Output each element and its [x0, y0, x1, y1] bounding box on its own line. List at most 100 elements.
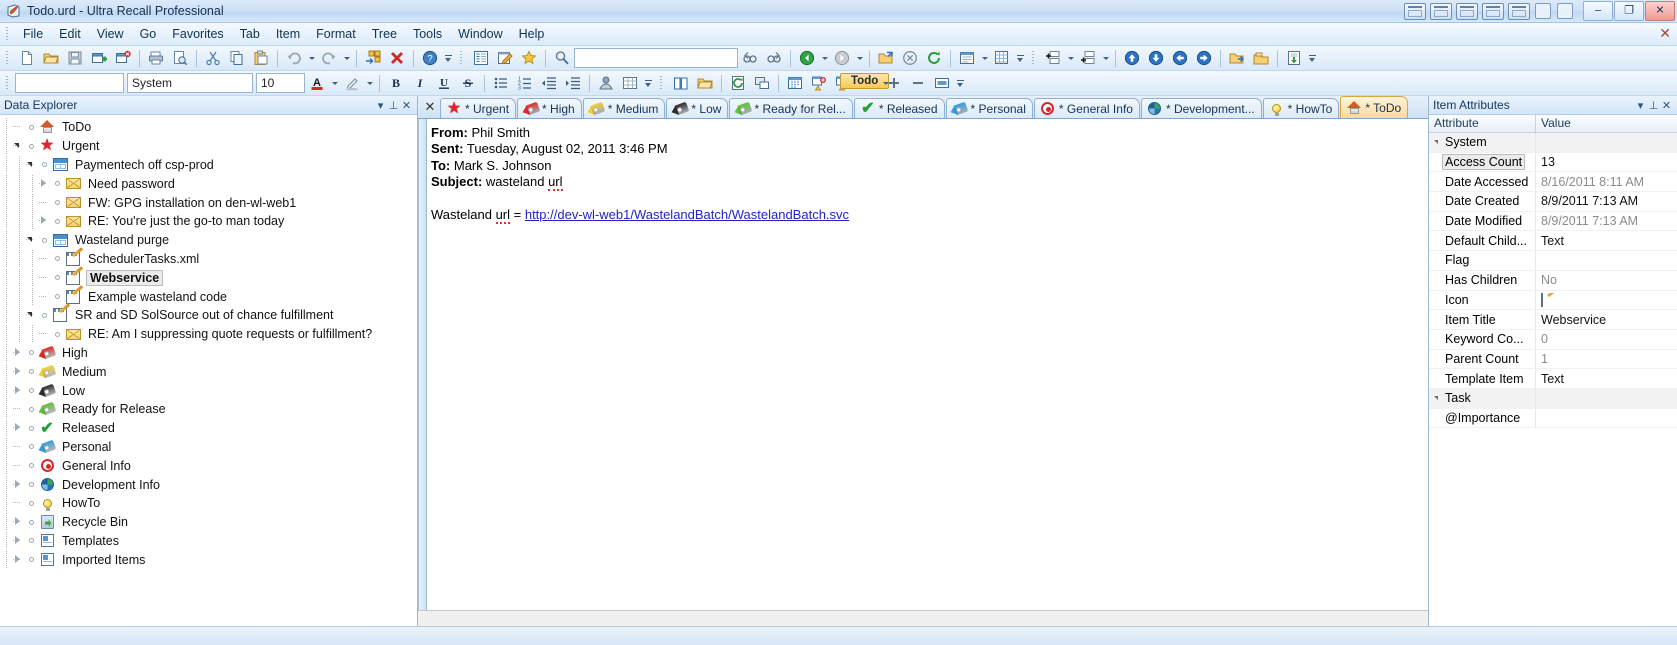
underline-icon[interactable]: U — [432, 72, 456, 95]
search-magnifier-icon[interactable] — [550, 47, 574, 70]
layout-preset-1-button[interactable] — [1404, 2, 1426, 20]
open-external-icon[interactable] — [874, 47, 898, 70]
editor-horizontal-scrollbar[interactable] — [418, 610, 1428, 626]
tree-item-templates[interactable]: Templates — [0, 531, 417, 551]
back-icon[interactable] — [795, 47, 819, 70]
insert-child-icon[interactable] — [1041, 47, 1065, 70]
tab-high[interactable]: * High — [517, 98, 582, 118]
number-list-icon[interactable]: 123 — [513, 72, 537, 95]
attribute-row[interactable]: System — [1429, 133, 1677, 153]
full-screen-icon[interactable] — [930, 72, 954, 95]
insert-table-icon[interactable] — [618, 72, 642, 95]
attribute-value-cell[interactable]: 13 — [1536, 155, 1677, 169]
tab-general-info[interactable]: * General Info — [1033, 98, 1140, 118]
attribute-row[interactable]: Keyword Co... 0 — [1429, 329, 1677, 350]
undo-dropdown-icon[interactable] — [306, 48, 317, 69]
group-collapse-icon[interactable] — [1429, 140, 1442, 144]
layout-preset-5-button[interactable] — [1508, 2, 1530, 20]
tab-low[interactable]: * Low — [666, 98, 729, 118]
attribute-row[interactable]: Access Count 13 — [1429, 152, 1677, 173]
strikethrough-icon[interactable]: S — [456, 72, 480, 95]
tree-item-fw-gpg-installation-on-den-wl-web1[interactable]: FW: GPG installation on den-wl-web1 — [0, 193, 417, 212]
data-explorer-tree[interactable]: ToDo ★ Urgent Paymentech off csp-prod Need p… — [0, 115, 417, 626]
find-next-icon[interactable] — [762, 47, 786, 70]
archive-icon[interactable] — [1282, 47, 1306, 70]
tree-expander-icon[interactable] — [13, 551, 25, 569]
forward-dropdown-icon[interactable] — [854, 48, 865, 69]
attribute-value-cell[interactable]: 0 — [1536, 332, 1677, 346]
tab-ready-for-rel[interactable]: * Ready for Rel... — [729, 98, 853, 118]
tree-item-personal[interactable]: Personal — [0, 437, 417, 457]
refresh-doc-icon[interactable] — [726, 72, 750, 95]
help-icon[interactable]: ? — [418, 47, 442, 70]
tree-item-howto[interactable]: HowTo — [0, 494, 417, 513]
bold-icon[interactable]: B — [384, 72, 408, 95]
tree-item-need-password[interactable]: Need password — [0, 174, 417, 193]
attribute-row[interactable]: Parent Count 1 — [1429, 349, 1677, 370]
tree-item-sr-and-sd-solsource-out-of-chance-fulfillment[interactable]: SR and SD SolSource out of chance fulfil… — [0, 306, 417, 325]
delete-item-icon[interactable] — [111, 47, 135, 70]
highlight-icon[interactable] — [340, 72, 364, 95]
attribute-value-cell[interactable]: No — [1536, 273, 1677, 287]
menu-file[interactable]: File — [15, 24, 51, 44]
font-size-select[interactable]: 10 — [256, 73, 305, 93]
toolbar-grip-format[interactable] — [4, 75, 11, 91]
layout-preset-2-button[interactable] — [1430, 2, 1452, 20]
chevron-down-icon[interactable]: ▾ — [1634, 98, 1647, 112]
tree-item-ready-for-release[interactable]: Ready for Release — [0, 400, 417, 419]
close-icon[interactable]: ✕ — [400, 98, 413, 112]
tree-item-development-info[interactable]: Development Info — [0, 475, 417, 494]
paste-icon[interactable] — [249, 47, 273, 70]
tab-urgent[interactable]: ★ * Urgent — [440, 98, 517, 118]
insert-sibling-dropdown-icon[interactable] — [1100, 48, 1111, 69]
italic-icon[interactable]: I — [408, 72, 432, 95]
back-dropdown-icon[interactable] — [819, 48, 830, 69]
print-icon[interactable] — [144, 47, 168, 70]
cancel-icon[interactable] — [898, 47, 922, 70]
font-color-icon[interactable]: A — [305, 72, 329, 95]
tree-item-webservice[interactable]: Webservice — [0, 268, 417, 287]
tree-item-general-info[interactable]: General Info — [0, 456, 417, 475]
email-body-link[interactable]: http://dev-wl-web1/WastelandBatch/Wastel… — [525, 207, 849, 222]
attribute-row[interactable]: Flag — [1429, 251, 1677, 271]
font-family-select[interactable]: System — [127, 73, 253, 93]
menu-grip[interactable] — [4, 26, 11, 42]
tab-todo[interactable]: * ToDo — [1340, 96, 1409, 118]
attribute-row[interactable]: Icon — [1429, 290, 1677, 311]
cut-icon[interactable] — [201, 47, 225, 70]
menu-favorites[interactable]: Favorites — [164, 24, 231, 44]
pin-icon[interactable]: ⊥ — [1647, 98, 1660, 112]
toolbar-grip-tools[interactable] — [658, 75, 665, 91]
tree-item-todo[interactable]: ToDo — [0, 118, 417, 137]
menu-help[interactable]: Help — [511, 24, 553, 44]
tab-development[interactable]: * Development... — [1140, 98, 1262, 118]
attribute-value-cell[interactable] — [1536, 292, 1677, 307]
tree-expander-icon[interactable] — [13, 419, 25, 437]
attribute-row[interactable]: Task — [1429, 388, 1677, 409]
attribute-value-cell[interactable]: Text — [1536, 372, 1677, 386]
font-color-dropdown-icon[interactable] — [329, 73, 340, 94]
tab-medium[interactable]: * Medium — [582, 98, 666, 118]
tree-expander-icon[interactable] — [26, 306, 38, 324]
todo-chip-dropdown-icon[interactable] — [880, 73, 891, 94]
toolbar-overflow-tree-icon[interactable] — [1306, 48, 1318, 69]
toolbar-grip-nav[interactable] — [458, 50, 465, 66]
grid-view-icon[interactable] — [990, 47, 1014, 70]
attribute-row[interactable]: Has Children No — [1429, 270, 1677, 291]
menu-window[interactable]: Window — [450, 24, 510, 44]
tree-item-example-wasteland-code[interactable]: Example wasteland code — [0, 287, 417, 306]
attribute-value-cell[interactable]: 8/9/2011 7:13 AM — [1536, 214, 1677, 228]
tree-expander-icon[interactable] — [13, 476, 25, 494]
attribute-row[interactable]: Date Modified 8/9/2011 7:13 AM — [1429, 211, 1677, 232]
insert-image-icon[interactable] — [594, 72, 618, 95]
screen-capture-icon[interactable] — [750, 72, 774, 95]
tree-item-released[interactable]: ✔ Released — [0, 419, 417, 438]
toolbar-overflow-nav-icon[interactable] — [1014, 48, 1026, 69]
tree-expander-icon[interactable] — [39, 212, 51, 230]
column-header-value[interactable]: Value — [1536, 115, 1576, 132]
attribute-row[interactable]: Item Title Webservice — [1429, 310, 1677, 330]
insert-child-dropdown-icon[interactable] — [1065, 48, 1076, 69]
menu-view[interactable]: View — [89, 24, 132, 44]
tree-expander-icon[interactable] — [13, 344, 25, 362]
attribute-row[interactable]: Default Child... Text — [1429, 231, 1677, 252]
